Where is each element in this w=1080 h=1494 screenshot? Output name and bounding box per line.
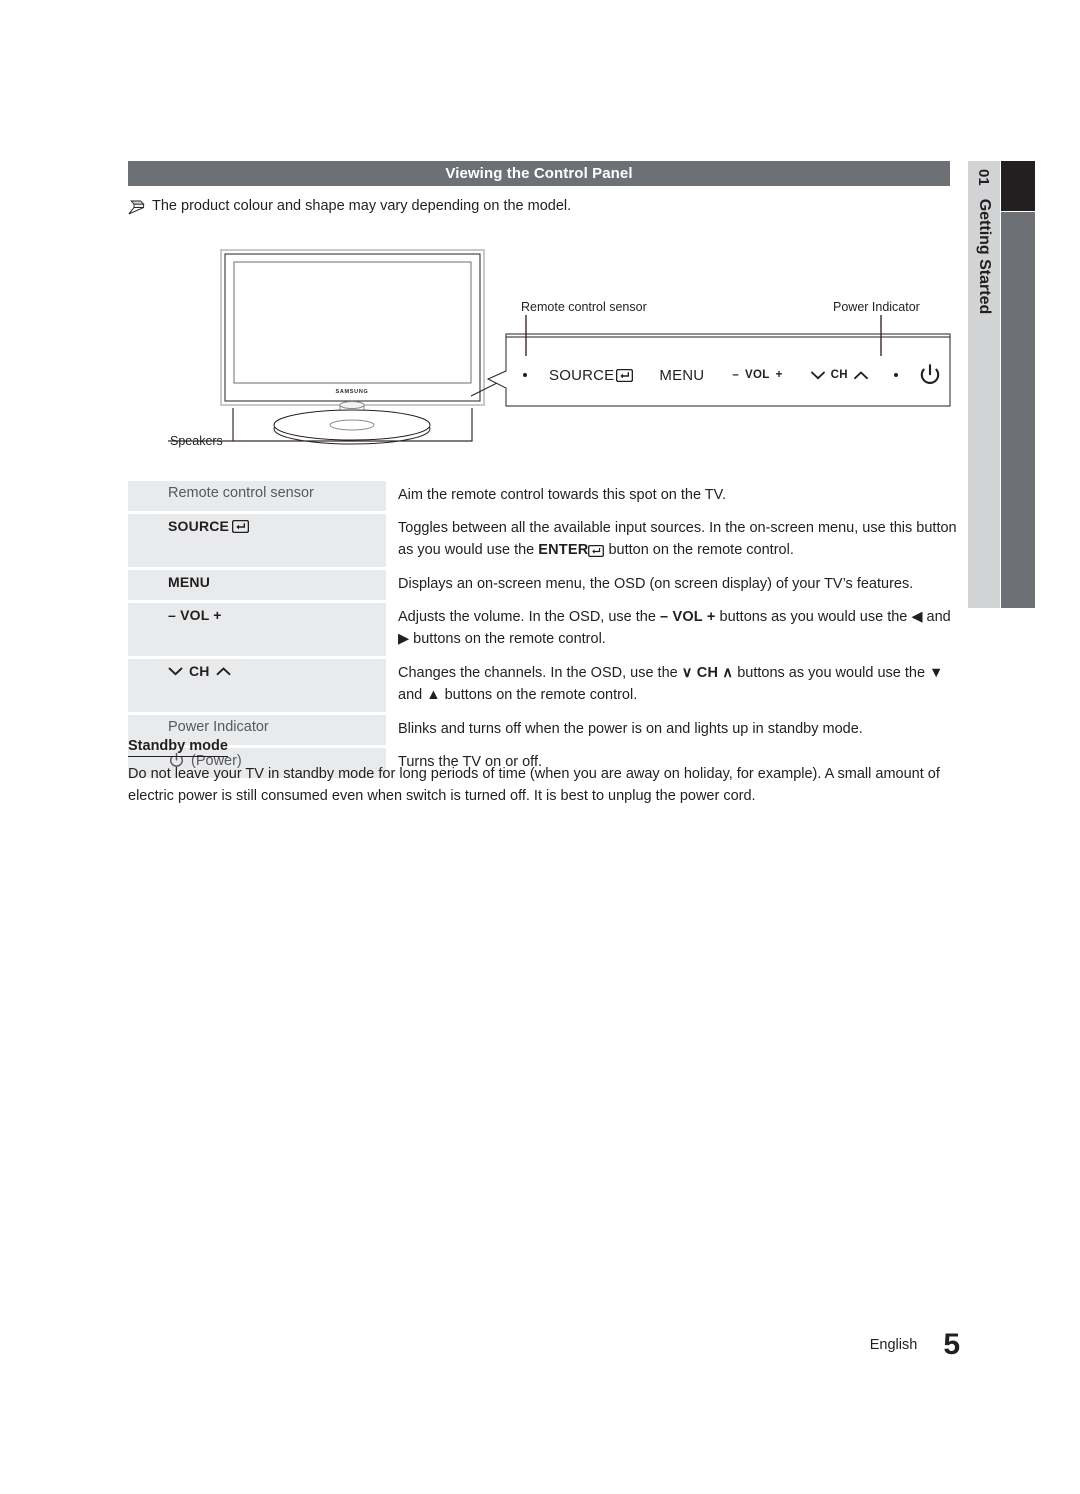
vol-keyword: – VOL + <box>659 609 716 625</box>
samsung-logo: SAMSUNG <box>335 389 368 395</box>
chapter-tab-gray-block <box>1001 212 1035 608</box>
term-label: Remote control sensor <box>168 485 314 501</box>
description-text: Aim the remote control towards this spot… <box>398 487 727 503</box>
section-title-bar: Viewing the Control Panel <box>128 161 950 186</box>
description-text: Changes the channels. In the OSD, use th… <box>398 665 682 681</box>
table-row: Remote control sensor Aim the remote con… <box>128 481 958 511</box>
power-icon <box>918 363 942 387</box>
control-source-button[interactable]: SOURCE <box>549 366 634 384</box>
table-row: SOURCE Toggles between all the available… <box>128 514 958 567</box>
enter-return-icon <box>588 545 605 558</box>
diagram-artwork: SAMSUNG <box>168 249 951 445</box>
label-power-indicator: Power Indicator <box>833 300 920 314</box>
chevron-down-icon <box>810 371 825 380</box>
enter-return-icon <box>616 368 634 382</box>
table-cell-description: Blinks and turns off when the power is o… <box>386 715 958 745</box>
description-text: Blinks and turns off when the power is o… <box>398 721 863 737</box>
table-row: CH Changes the channels. In the OSD, use… <box>128 659 958 712</box>
term-label-ch: CH <box>156 659 231 683</box>
table-cell-term: MENU <box>128 570 386 600</box>
table-cell-term: Remote control sensor <box>128 481 386 511</box>
term-label: SOURCE <box>168 518 230 534</box>
ch-label: CH <box>830 369 848 381</box>
description-text: Adjusts the volume. In the OSD, use the <box>398 609 660 625</box>
chapter-side-tab: 01 Getting Started <box>968 161 1035 608</box>
control-source-label: SOURCE <box>549 366 615 384</box>
term-label-source: SOURCE <box>156 514 250 538</box>
table-cell-term: – VOL + <box>128 603 386 656</box>
description-text-tail: button on the remote control. <box>604 542 794 559</box>
table-cell-description: Aim the remote control towards this spot… <box>386 481 958 511</box>
control-panel-strip: SOURCE MENU – VOL + CH <box>523 360 942 390</box>
vol-plus-sign: + <box>775 369 783 381</box>
control-panel-spec-table: Remote control sensor Aim the remote con… <box>128 481 958 781</box>
table-row: – VOL + Adjusts the volume. In the OSD, … <box>128 603 958 656</box>
label-remote-control-sensor: Remote control sensor <box>521 300 647 314</box>
standby-mode-heading: Standby mode <box>128 738 228 757</box>
ch-keyword: ∨ CH ∧ <box>681 665 734 681</box>
sensor-dot-icon <box>523 373 527 377</box>
table-row: Power Indicator Blinks and turns off whe… <box>128 715 958 745</box>
term-label: MENU <box>168 574 211 590</box>
term-label: CH <box>189 663 210 679</box>
table-cell-term: SOURCE <box>128 514 386 567</box>
chapter-tab-dark-block <box>1001 161 1035 211</box>
enter-return-icon <box>232 519 250 533</box>
control-menu-button[interactable]: MENU <box>659 367 704 384</box>
power-indicator-dot-icon <box>893 373 898 377</box>
term-label: – VOL + <box>168 607 222 623</box>
vol-minus-sign: – <box>732 369 740 381</box>
control-ch-buttons[interactable]: CH <box>810 369 868 381</box>
section-title: Viewing the Control Panel <box>445 165 633 182</box>
label-speakers: Speakers <box>170 434 223 448</box>
chevron-up-icon <box>853 370 868 380</box>
enter-keyword: ENTER <box>538 542 589 559</box>
table-cell-description: Adjusts the volume. In the OSD, use the … <box>386 603 958 656</box>
page-footer: English 5 <box>820 1330 960 1360</box>
table-cell-term: CH <box>128 659 386 712</box>
note-callout: The product colour and shape may vary de… <box>128 198 958 215</box>
chapter-tab-text: 01 Getting Started <box>968 161 1000 608</box>
description-text: Displays an on-screen menu, the OSD (on … <box>398 576 914 592</box>
footer-page-number: 5 <box>943 1328 960 1361</box>
control-power-button[interactable] <box>918 363 942 387</box>
vol-label: VOL <box>745 369 770 381</box>
tv-control-panel-diagram: SAMSUNG Speakers Remote control sensor P… <box>128 238 958 463</box>
chevron-down-icon <box>168 667 183 676</box>
table-row: MENU Displays an on-screen menu, the OSD… <box>128 570 958 600</box>
footer-language: English <box>869 1337 918 1353</box>
chapter-number: 01 <box>975 169 993 186</box>
chevron-up-icon <box>216 666 231 676</box>
pencil-note-icon <box>128 198 145 215</box>
term-label: Power Indicator <box>168 719 269 735</box>
standby-mode-body: Do not leave your TV in standby mode for… <box>128 766 940 805</box>
table-cell-description: Changes the channels. In the OSD, use th… <box>386 659 958 712</box>
note-text: The product colour and shape may vary de… <box>152 198 572 214</box>
table-cell-description: Displays an on-screen menu, the OSD (on … <box>386 570 958 600</box>
table-cell-description: Toggles between all the available input … <box>386 514 958 567</box>
control-vol-buttons[interactable]: – VOL + <box>732 369 782 381</box>
chapter-label: Getting Started <box>976 198 993 315</box>
